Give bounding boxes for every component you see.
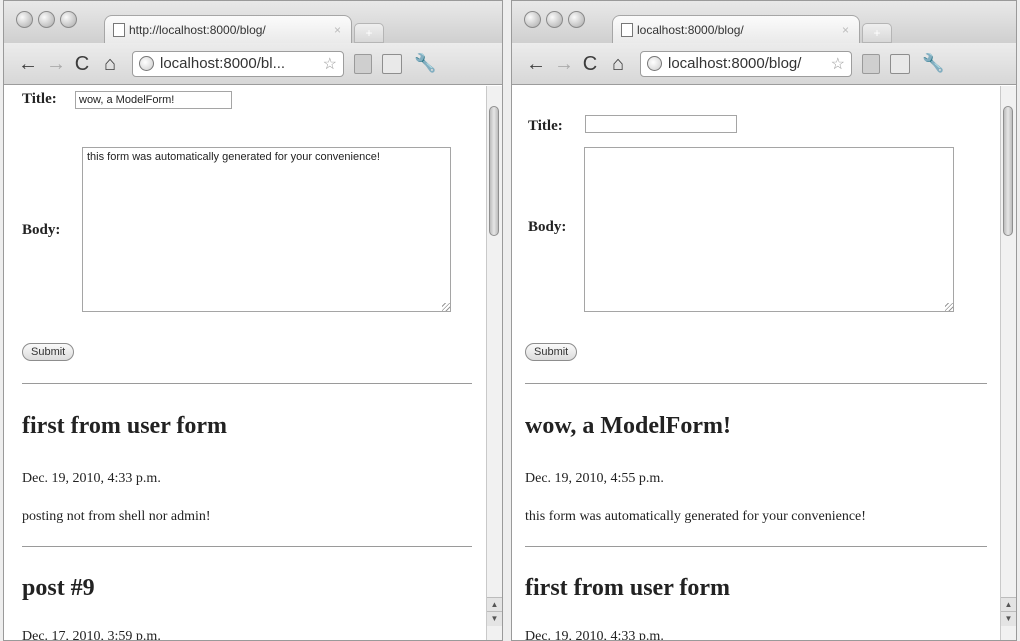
post-date: Dec. 19, 2010, 4:33 p.m. xyxy=(22,471,161,486)
divider xyxy=(22,546,472,547)
resize-grip-icon[interactable] xyxy=(945,303,953,311)
browser-tab[interactable]: http://localhost:8000/blog/ × xyxy=(104,15,352,43)
post-date: Dec. 19, 2010, 4:55 p.m. xyxy=(525,471,664,486)
browser-toolbar: ← → C ⌂ localhost:8000/bl... ☆ 🔧 xyxy=(4,43,502,85)
browser-toolbar: ← → C ⌂ localhost:8000/blog/ ☆ 🔧 xyxy=(512,43,1016,85)
wrench-icon[interactable]: 🔧 xyxy=(922,53,944,74)
page-icon xyxy=(621,22,633,37)
title-input[interactable] xyxy=(75,91,232,109)
divider xyxy=(525,383,987,384)
tab-close-icon[interactable]: × xyxy=(334,23,341,37)
globe-icon xyxy=(139,56,154,71)
address-url: localhost:8000/blog/ xyxy=(668,55,802,72)
resize-grip-icon[interactable] xyxy=(442,303,450,311)
back-icon[interactable]: ← xyxy=(18,54,38,74)
scroll-up-icon[interactable]: ▲ xyxy=(1001,597,1016,612)
close-window-button[interactable] xyxy=(524,11,541,28)
forward-icon[interactable]: → xyxy=(554,54,574,74)
post-body: this form was automatically generated fo… xyxy=(525,509,866,524)
title-bar: localhost:8000/blog/ × + xyxy=(512,1,1016,43)
bookmark-star-icon[interactable]: ☆ xyxy=(831,54,845,74)
submit-button[interactable]: Submit xyxy=(525,343,578,361)
reload-icon[interactable]: C xyxy=(74,54,90,74)
page-icon xyxy=(113,22,125,37)
post-title: first from user form xyxy=(22,413,228,439)
divider xyxy=(525,546,987,547)
post-body: posting not from shell nor admin! xyxy=(22,509,211,524)
window-controls xyxy=(524,11,585,28)
body-label: Body: xyxy=(22,222,61,238)
scroll-down-icon[interactable]: ▼ xyxy=(487,611,502,626)
minimize-window-button[interactable] xyxy=(546,11,563,28)
home-icon[interactable]: ⌂ xyxy=(610,54,626,74)
browser-tab[interactable]: localhost:8000/blog/ × xyxy=(612,15,860,43)
translate-extension-icon[interactable] xyxy=(890,53,910,74)
new-tab-button[interactable]: + xyxy=(862,23,892,43)
zoom-window-button[interactable] xyxy=(568,11,585,28)
address-bar[interactable]: localhost:8000/bl... ☆ xyxy=(132,50,344,77)
translate-extension-icon[interactable] xyxy=(382,53,402,74)
browser-window-right: localhost:8000/blog/ × + ← → C ⌂ localho… xyxy=(511,0,1017,641)
scrollbar-thumb[interactable] xyxy=(489,106,499,236)
browser-window-left: http://localhost:8000/blog/ × + ← → C ⌂ … xyxy=(3,0,503,641)
globe-icon xyxy=(647,56,662,71)
post-title: post #9 xyxy=(22,575,95,601)
body-textarea[interactable] xyxy=(584,147,954,312)
submit-button[interactable]: Submit xyxy=(22,343,75,361)
post-date: Dec. 19, 2010, 4:33 p.m. xyxy=(525,629,664,640)
page-content: Title: Body: Submit wow, a ModelForm! De… xyxy=(512,86,1001,640)
window-controls xyxy=(16,11,77,28)
home-icon[interactable]: ⌂ xyxy=(102,54,118,74)
body-textarea[interactable]: this form was automatically generated fo… xyxy=(82,147,451,312)
page-content: Title: Body: this form was automatically… xyxy=(4,86,487,640)
title-input[interactable] xyxy=(585,115,737,133)
wrench-icon[interactable]: 🔧 xyxy=(414,53,436,74)
extension-icon[interactable] xyxy=(862,53,880,74)
scroll-up-icon[interactable]: ▲ xyxy=(487,597,502,612)
bookmark-star-icon[interactable]: ☆ xyxy=(323,54,337,74)
address-url: localhost:8000/bl... xyxy=(160,55,286,72)
zoom-window-button[interactable] xyxy=(60,11,77,28)
forward-icon[interactable]: → xyxy=(46,54,66,74)
scrollbar-thumb[interactable] xyxy=(1003,106,1013,236)
post-date: Dec. 17, 2010, 3:59 p.m. xyxy=(22,629,161,640)
title-bar: http://localhost:8000/blog/ × + xyxy=(4,1,502,43)
close-window-button[interactable] xyxy=(16,11,33,28)
vertical-scrollbar[interactable]: ▲ ▼ xyxy=(486,86,502,640)
post-title: wow, a ModelForm! xyxy=(525,413,731,439)
vertical-scrollbar[interactable]: ▲ ▼ xyxy=(1000,86,1016,640)
body-label: Body: xyxy=(528,219,567,235)
reload-icon[interactable]: C xyxy=(582,54,598,74)
new-tab-button[interactable]: + xyxy=(354,23,384,43)
divider xyxy=(22,383,472,384)
extension-icon[interactable] xyxy=(354,53,372,74)
minimize-window-button[interactable] xyxy=(38,11,55,28)
tab-title: http://localhost:8000/blog/ xyxy=(129,22,266,37)
back-icon[interactable]: ← xyxy=(526,54,546,74)
address-bar[interactable]: localhost:8000/blog/ ☆ xyxy=(640,50,852,77)
tab-close-icon[interactable]: × xyxy=(842,23,849,37)
scroll-down-icon[interactable]: ▼ xyxy=(1001,611,1016,626)
tab-title: localhost:8000/blog/ xyxy=(637,22,744,37)
title-label: Title: xyxy=(22,91,57,107)
post-title: first from user form xyxy=(525,575,731,601)
title-label: Title: xyxy=(528,118,563,134)
